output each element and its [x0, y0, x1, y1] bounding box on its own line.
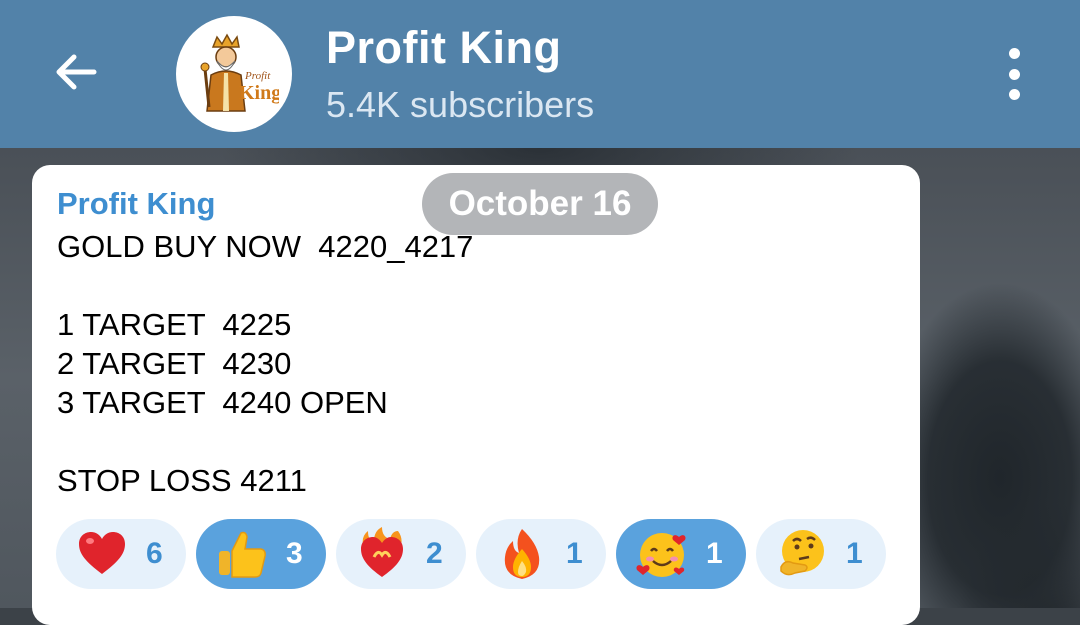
reaction-count: 2 [426, 537, 443, 570]
thinking-face-emoji-icon [774, 526, 830, 582]
thumbs-up-emoji-icon [214, 526, 270, 582]
heart-on-fire-emoji-icon [354, 526, 410, 582]
message-line: 3 TARGET 4240 OPEN [57, 385, 388, 420]
message-line: 2 TARGET 4230 [57, 346, 292, 381]
channel-header: Profit King Profit King 5.4K subscribers [0, 0, 1080, 148]
reaction-smiling-hearts[interactable]: 1 [616, 519, 746, 589]
reaction-count: 1 [706, 537, 723, 570]
reaction-count: 1 [566, 537, 583, 570]
more-vertical-icon-dot [1008, 68, 1020, 80]
smiling-face-with-hearts-emoji-icon [634, 526, 690, 582]
back-button[interactable] [52, 48, 100, 96]
more-vertical-icon [1008, 48, 1020, 59]
heart-emoji-icon [74, 526, 130, 582]
reaction-count: 1 [846, 537, 863, 570]
more-vertical-icon-dot [1008, 89, 1020, 100]
svg-text:King: King [239, 82, 279, 104]
arrow-left-icon [56, 54, 97, 90]
message-line: STOP LOSS 4211 [57, 463, 307, 498]
reaction-thinking[interactable]: 1 [756, 519, 886, 589]
reaction-count: 6 [146, 537, 163, 570]
king-logo-icon: Profit King [200, 33, 279, 112]
svg-text:Profit: Profit [244, 70, 271, 82]
channel-title[interactable]: Profit King [326, 22, 561, 74]
reaction-fire[interactable]: 1 [476, 519, 606, 589]
reaction-thumbs-up[interactable]: 3 [196, 519, 326, 589]
reaction-count: 3 [286, 537, 303, 570]
reactions-bar: 6 3 2 1 1 1 [56, 519, 906, 619]
message-line: GOLD BUY NOW 4220_4217 [57, 229, 474, 264]
more-options-button[interactable] [994, 48, 1034, 100]
channel-avatar[interactable]: Profit King [176, 16, 292, 132]
fire-emoji-icon [494, 526, 550, 582]
subscriber-count: 5.4K subscribers [326, 84, 595, 125]
reaction-heart[interactable]: 6 [56, 519, 186, 589]
message-line: 1 TARGET 4225 [57, 307, 292, 342]
message-sender[interactable]: Profit King [57, 186, 215, 222]
reaction-heart-on-fire[interactable]: 2 [336, 519, 466, 589]
date-separator: October 16 [422, 173, 658, 235]
